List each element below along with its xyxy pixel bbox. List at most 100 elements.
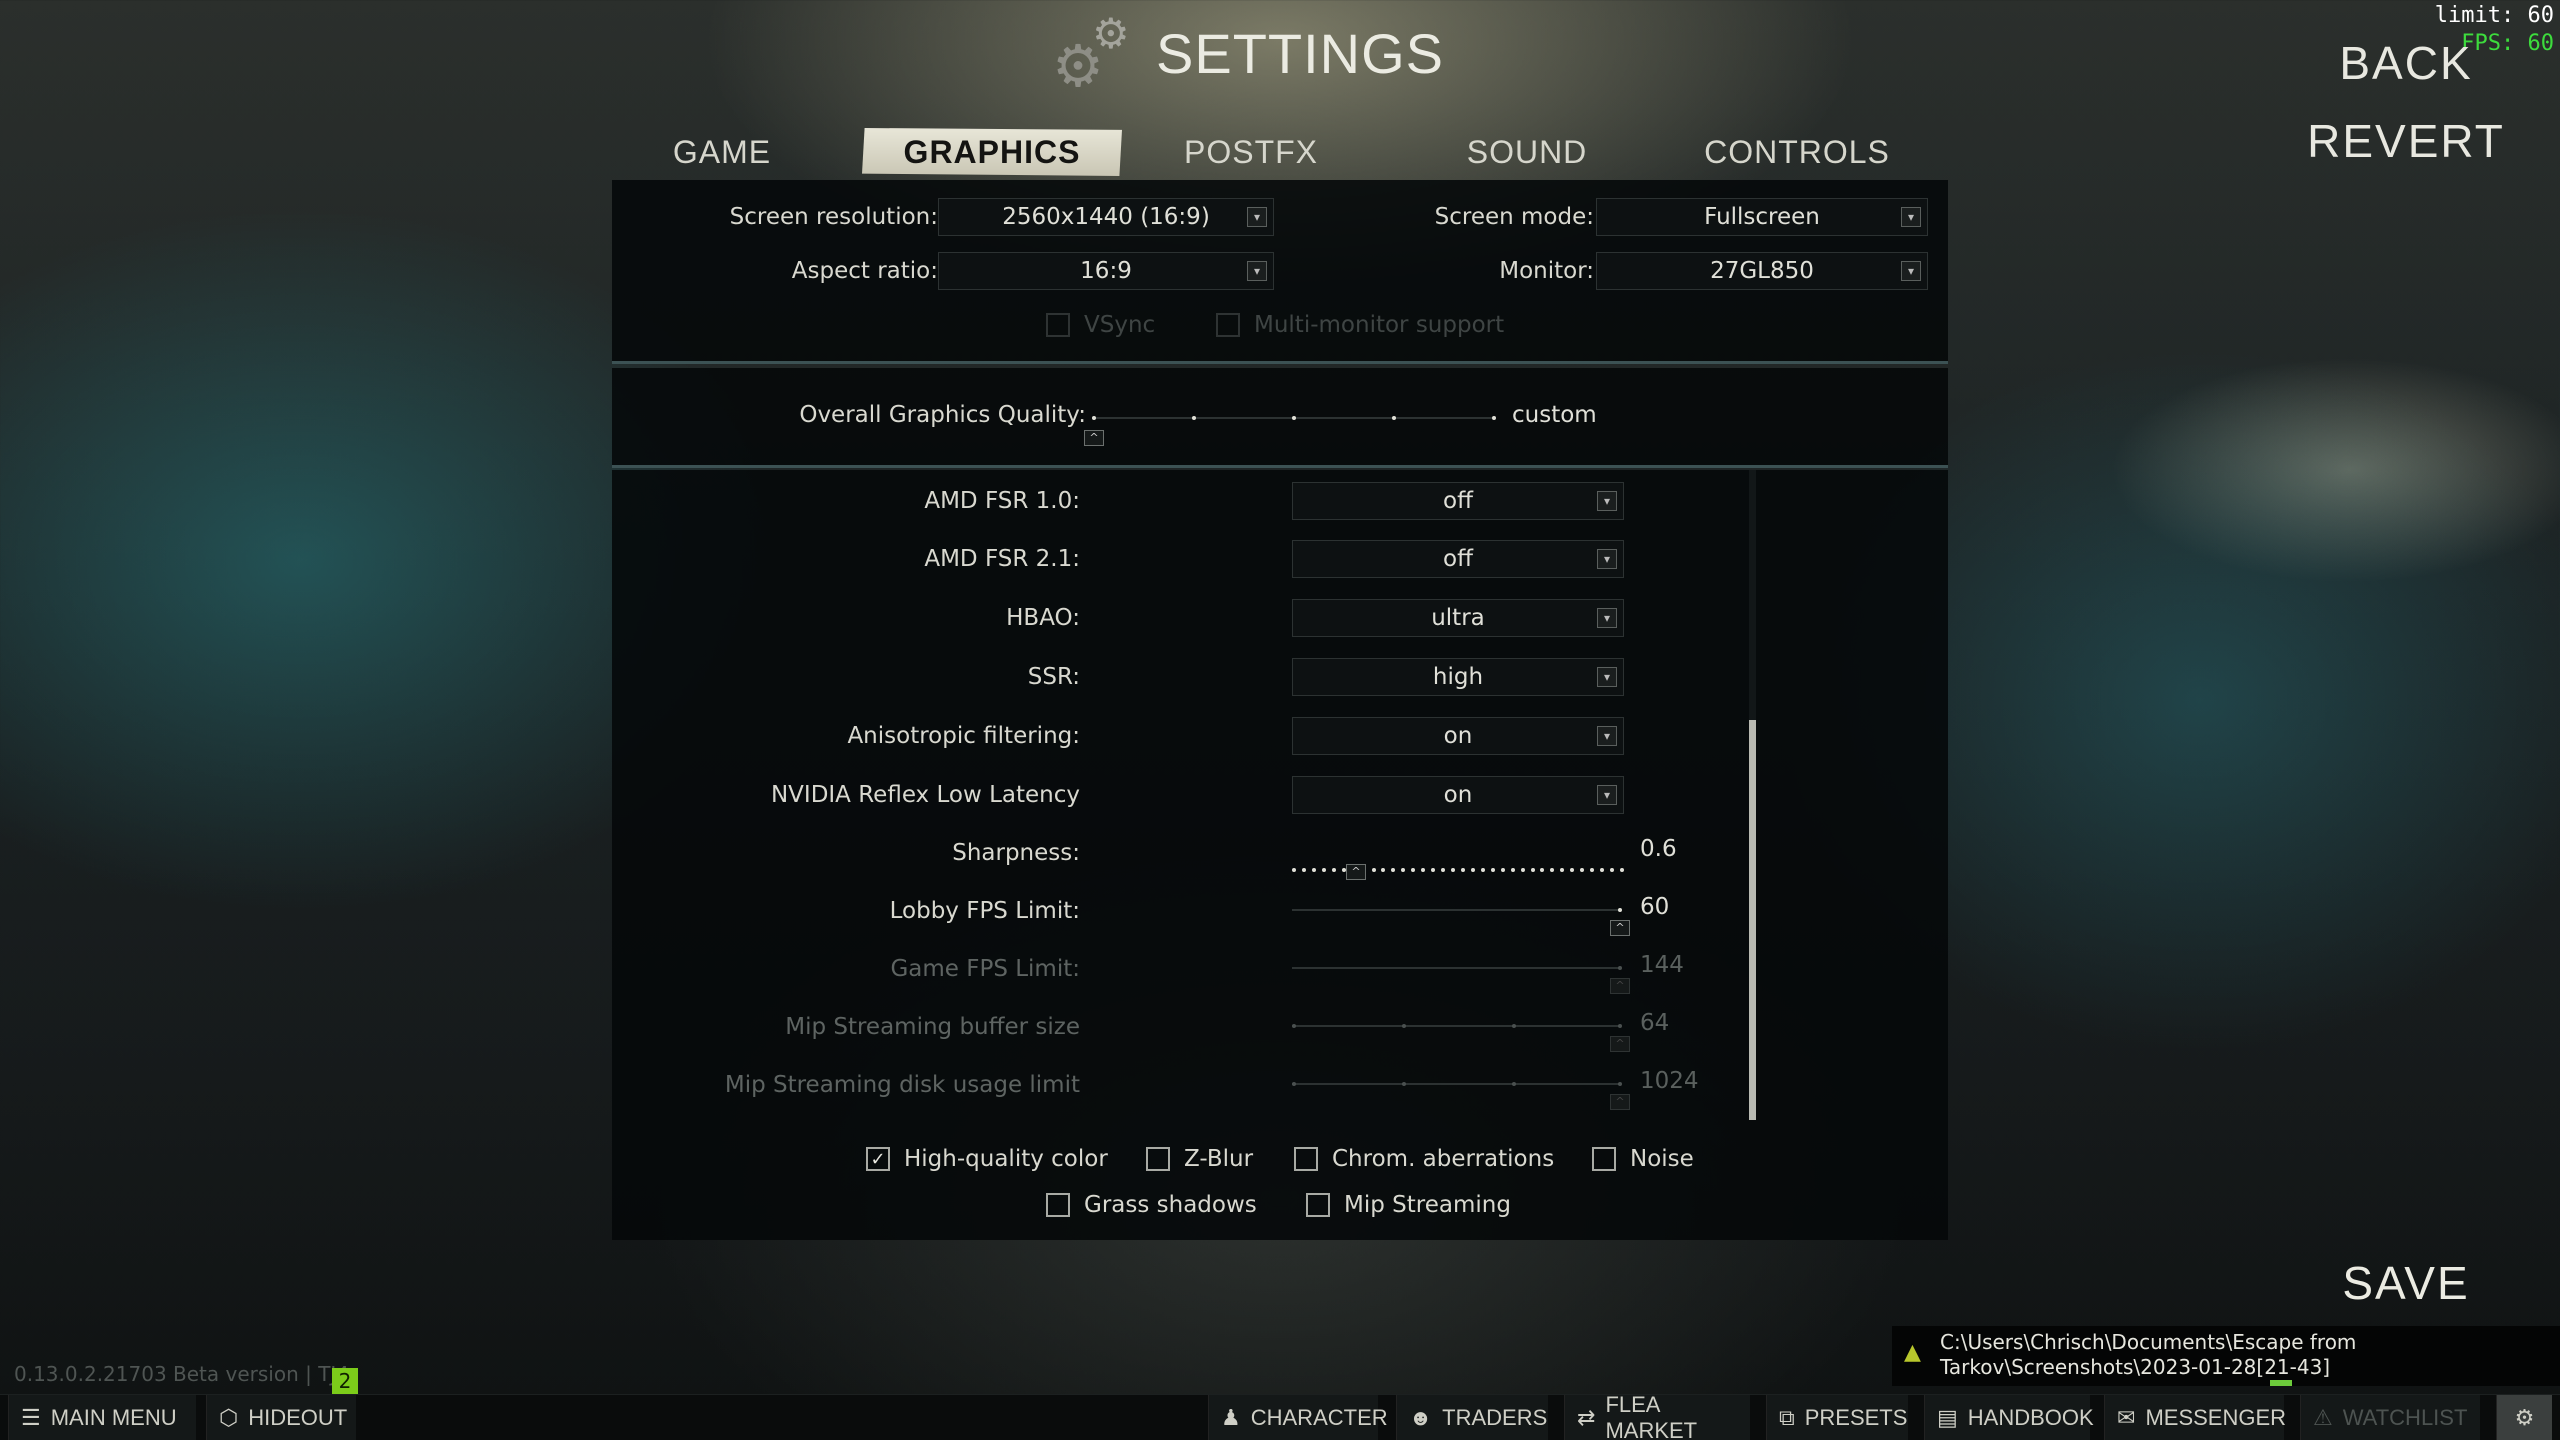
check-icon: ✓ xyxy=(866,1147,890,1171)
screen-resolution-value: 2560x1440 (16:9) xyxy=(1002,204,1210,230)
presets-label: PRESETS xyxy=(1804,1405,1908,1430)
slider-step xyxy=(1618,908,1622,912)
messenger-icon: ✉ xyxy=(2117,1405,2136,1430)
amd-fsr-21-dropdown[interactable]: off ▾ xyxy=(1292,540,1624,578)
amd-fsr-21-label: AMD FSR 2.1: xyxy=(924,546,1080,572)
vsync-checkbox[interactable]: VSync xyxy=(1046,312,1155,338)
grass-shadows-checkbox[interactable]: Grass shadows xyxy=(1046,1192,1257,1218)
slider-handle[interactable]: ^ xyxy=(1610,920,1630,936)
slider-track xyxy=(1292,1025,1620,1027)
ssr-dropdown[interactable]: high ▾ xyxy=(1292,658,1624,696)
slider-handle[interactable]: ^ xyxy=(1610,978,1630,994)
noise-checkbox[interactable]: Noise xyxy=(1592,1146,1694,1172)
flea-market-label: FLEA MARKET xyxy=(1605,1392,1698,1440)
slider-step xyxy=(1411,868,1416,872)
anisotropic-filtering-dropdown[interactable]: on ▾ xyxy=(1292,717,1624,755)
anisotropic-filtering-value: on xyxy=(1443,723,1473,749)
chevron-down-icon: ▾ xyxy=(1247,261,1267,281)
nvidia-reflex-label: NVIDIA Reflex Low Latency xyxy=(770,782,1080,808)
slider-step xyxy=(1590,868,1595,872)
chevron-down-icon: ▾ xyxy=(1597,667,1617,687)
slider-handle[interactable]: ^ xyxy=(1084,430,1104,446)
tab-game[interactable]: GAME xyxy=(632,128,812,176)
version-badge: 2 xyxy=(332,1368,358,1394)
bottom-nav-bar: ☰ MAIN MENU ⬡ HIDEOUT ♟ CHARACTER ☻ TRAD… xyxy=(0,1392,2560,1440)
display-settings-panel: Screen resolution: 2560x1440 (16:9) ▾ Sc… xyxy=(612,180,1948,364)
screenshot-notification: ▲ C:\Users\Chrisch\Documents\Escape from… xyxy=(1892,1326,2560,1386)
tab-controls[interactable]: CONTROLS xyxy=(1702,128,1892,176)
main-menu-button[interactable]: ☰ MAIN MENU xyxy=(8,1395,196,1440)
slider-handle[interactable]: ^ xyxy=(1346,864,1366,880)
z-blur-checkbox[interactable]: Z-Blur xyxy=(1146,1146,1253,1172)
version-text: 0.13.0.2.21703 Beta version | TJ4 xyxy=(14,1362,350,1386)
messenger-button[interactable]: ✉ MESSENGER xyxy=(2104,1395,2287,1440)
back-button[interactable]: BACK xyxy=(2286,36,2526,90)
screenshot-path-line-1: C:\Users\Chrisch\Documents\Escape from xyxy=(1940,1330,2357,1354)
handbook-button[interactable]: ▤ HANDBOOK xyxy=(1924,1395,2094,1440)
hbao-value: ultra xyxy=(1431,605,1485,631)
character-button[interactable]: ♟ CHARACTER xyxy=(1208,1395,1388,1440)
slider-step xyxy=(1311,868,1316,872)
settings-header: ⚙ ⚙ SETTINGS xyxy=(1052,8,1444,98)
revert-button[interactable]: REVERT xyxy=(2286,114,2526,168)
multi-monitor-checkbox[interactable]: Multi-monitor support xyxy=(1216,312,1504,338)
handbook-label: HANDBOOK xyxy=(1967,1405,2094,1430)
mip-buffer-value: 64 xyxy=(1640,1010,1670,1036)
notification-indicator xyxy=(2270,1380,2292,1386)
z-blur-label: Z-Blur xyxy=(1184,1146,1254,1172)
hq-color-checkbox[interactable]: ✓ High-quality color xyxy=(866,1146,1108,1172)
slider-step xyxy=(1570,868,1575,872)
hideout-button[interactable]: ⬡ HIDEOUT xyxy=(206,1395,356,1440)
chevron-down-icon: ▾ xyxy=(1597,608,1617,628)
hbao-dropdown[interactable]: ultra ▾ xyxy=(1292,599,1624,637)
flea-market-button[interactable]: ⇄ FLEA MARKET xyxy=(1564,1392,1750,1440)
amd-fsr-10-label: AMD FSR 1.0: xyxy=(924,488,1080,514)
checkbox-box xyxy=(1146,1147,1170,1171)
overall-quality-value: custom xyxy=(1512,402,1597,428)
screen-mode-label: Screen mode: xyxy=(1434,204,1594,230)
character-icon: ♟ xyxy=(1221,1405,1241,1430)
settings-tabs: GAME GRAPHICS POSTFX SOUND CONTROLS xyxy=(612,128,1962,182)
screen-mode-dropdown[interactable]: Fullscreen ▾ xyxy=(1596,198,1928,236)
chevron-down-icon: ▾ xyxy=(1597,549,1617,569)
aspect-ratio-dropdown[interactable]: 16:9 ▾ xyxy=(938,252,1274,290)
traders-button[interactable]: ☻ TRADERS xyxy=(1396,1395,1548,1440)
chevron-down-icon: ▾ xyxy=(1597,491,1617,511)
scrollbar-thumb[interactable] xyxy=(1749,720,1756,1120)
gears-icon: ⚙ ⚙ xyxy=(1052,9,1130,100)
quality-panel: Overall Graphics Quality: ^ custom xyxy=(612,368,1948,468)
chrom-aberrations-label: Chrom. aberrations xyxy=(1332,1146,1555,1172)
chevron-down-icon: ▾ xyxy=(1901,207,1921,227)
noise-label: Noise xyxy=(1630,1146,1694,1172)
hideout-icon: ⬡ xyxy=(219,1405,239,1430)
monitor-dropdown[interactable]: 27GL850 ▾ xyxy=(1596,252,1928,290)
slider-step xyxy=(1402,1082,1406,1086)
settings-gear-button[interactable]: ⚙ xyxy=(2496,1395,2552,1440)
mip-buffer-label: Mip Streaming buffer size xyxy=(785,1014,1080,1040)
presets-button[interactable]: ⧉ PRESETS xyxy=(1766,1395,1908,1440)
amd-fsr-10-dropdown[interactable]: off ▾ xyxy=(1292,482,1624,520)
tab-graphics[interactable]: GRAPHICS xyxy=(862,128,1122,176)
monitor-label: Monitor: xyxy=(1499,258,1594,284)
nvidia-reflex-value: on xyxy=(1443,782,1473,808)
tab-sound[interactable]: SOUND xyxy=(1452,128,1602,176)
slider-step xyxy=(1292,1024,1296,1028)
tab-postfx[interactable]: POSTFX xyxy=(1170,128,1332,176)
slider-step xyxy=(1392,416,1396,420)
watchlist-button[interactable]: ⚠ WATCHLIST xyxy=(2300,1395,2480,1440)
slider-track xyxy=(1292,909,1620,911)
screen-resolution-dropdown[interactable]: 2560x1440 (16:9) ▾ xyxy=(938,198,1274,236)
slider-handle[interactable]: ^ xyxy=(1610,1094,1630,1110)
slider-handle[interactable]: ^ xyxy=(1610,1036,1630,1052)
screen-mode-value: Fullscreen xyxy=(1704,204,1820,230)
traders-icon: ☻ xyxy=(1409,1405,1433,1430)
nvidia-reflex-dropdown[interactable]: on ▾ xyxy=(1292,776,1624,814)
chrom-aberrations-checkbox[interactable]: Chrom. aberrations xyxy=(1294,1146,1554,1172)
save-button[interactable]: SAVE xyxy=(2286,1256,2526,1310)
slider-step xyxy=(1512,1082,1516,1086)
handbook-icon: ▤ xyxy=(1937,1405,1958,1430)
slider-step xyxy=(1500,868,1505,872)
mip-streaming-checkbox[interactable]: Mip Streaming xyxy=(1306,1192,1511,1218)
hbao-label: HBAO: xyxy=(1006,605,1080,631)
messenger-label: MESSENGER xyxy=(2145,1405,2287,1430)
